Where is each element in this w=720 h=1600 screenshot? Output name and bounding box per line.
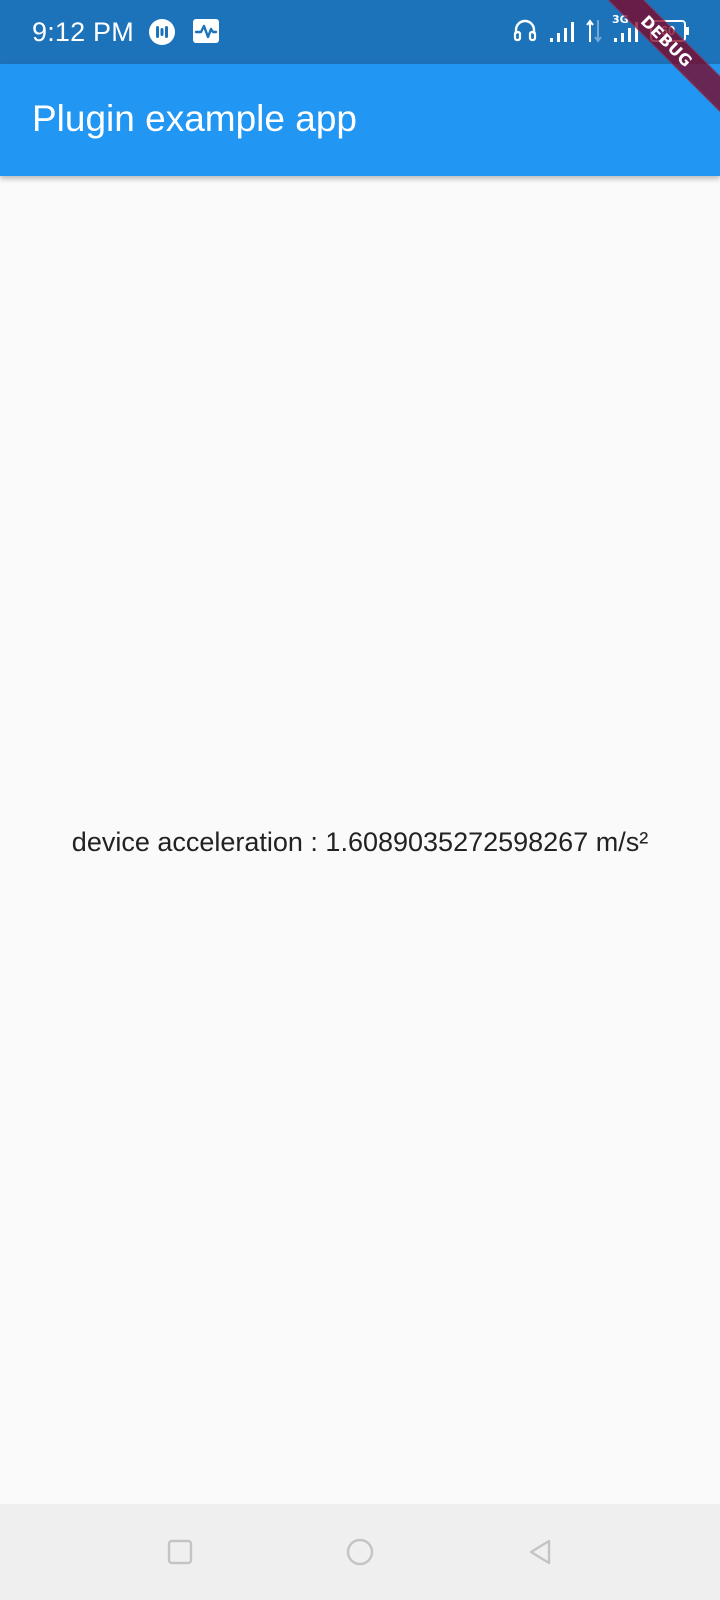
recents-square-icon	[167, 1539, 193, 1565]
signal-icon	[548, 19, 576, 43]
navigation-bar	[0, 1504, 720, 1600]
activity-monitor-icon	[192, 18, 220, 46]
status-left-icons	[148, 18, 220, 46]
acceleration-readout: device acceleration : 1.6089035272598267…	[71, 827, 649, 857]
screen: 9:12 PM 3G DEBUG Plugin example app devi…	[0, 0, 720, 1600]
home-button[interactable]	[342, 1534, 378, 1570]
status-time: 9:12 PM	[32, 17, 134, 47]
page-title: Plugin example app	[32, 98, 357, 139]
data-transfer-icon	[586, 18, 602, 44]
status-bar: 9:12 PM 3G	[0, 0, 720, 64]
app-bar: Plugin example app	[0, 64, 720, 176]
home-circle-icon	[346, 1538, 374, 1566]
back-triangle-icon	[529, 1539, 551, 1565]
main-content: device acceleration : 1.6089035272598267…	[0, 176, 720, 1504]
headset-icon	[512, 18, 538, 44]
media-control-icon	[148, 18, 176, 46]
recents-button[interactable]	[162, 1534, 198, 1570]
back-button[interactable]	[522, 1534, 558, 1570]
